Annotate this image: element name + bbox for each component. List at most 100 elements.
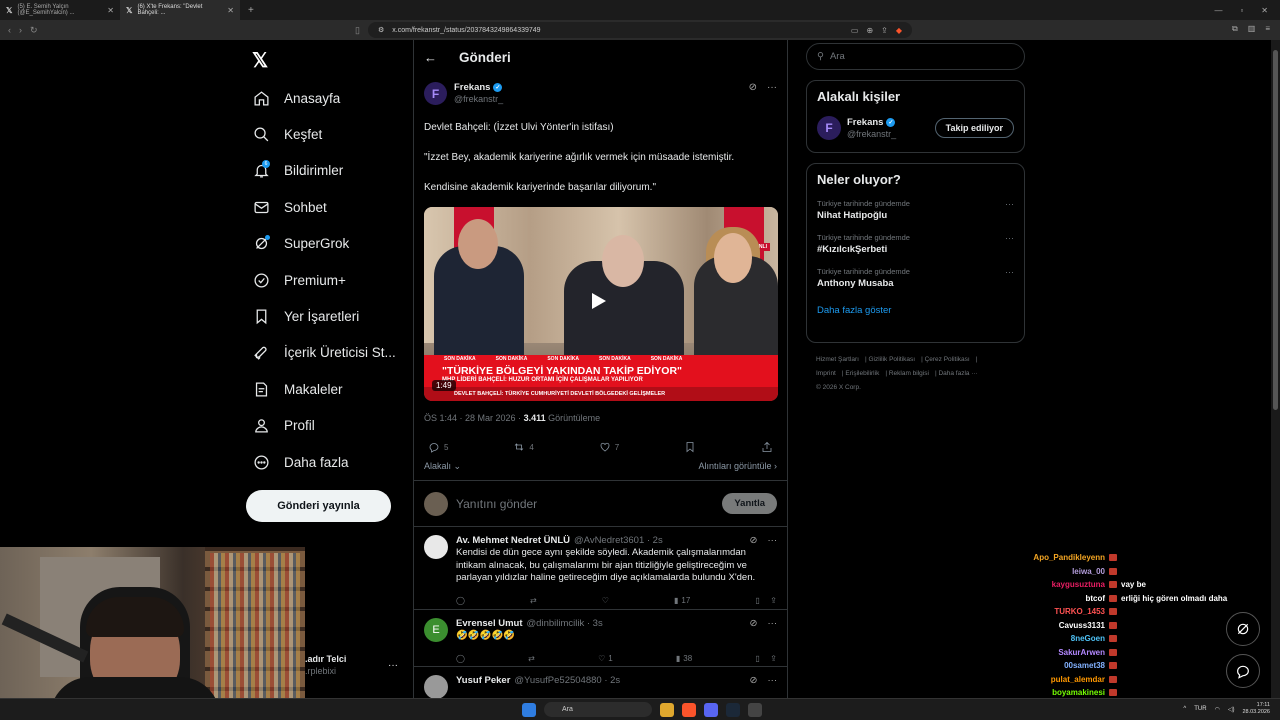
reply-author-handle[interactable]: @dinbilimcilik · 3s [527, 618, 603, 629]
sidebar-item-bookmarks[interactable]: Yer İşaretleri [252, 298, 396, 334]
brave-shield-icon[interactable]: ◆ [896, 26, 902, 35]
more-icon[interactable]: ··· [1005, 233, 1014, 243]
chat-username[interactable]: SakurArwen [1020, 648, 1105, 657]
sidebar-item-notifications[interactable]: 6 Bildirimler [252, 153, 396, 189]
sidebar-item-creator-studio[interactable]: İçerik Üreticisi St... [252, 335, 396, 371]
reply-button[interactable]: 5 [428, 441, 448, 453]
reply-item[interactable]: Av. Mehmet Nedret ÜNLÜ @AvNedret3601 · 2… [414, 527, 787, 610]
heart-icon[interactable]: ♡ [602, 593, 609, 609]
grok-icon[interactable]: ⊘ [750, 675, 758, 686]
footer-link[interactable]: Hizmet Şartları [816, 356, 859, 363]
repost-button[interactable]: 4 [513, 441, 534, 453]
back-arrow-icon[interactable]: ← [424, 50, 437, 65]
reply-author-name[interactable]: Av. Mehmet Nedret ÜNLÜ [456, 535, 570, 546]
reply-author-handle[interactable]: @AvNedret3601 · 2s [574, 535, 663, 546]
reply-icon[interactable]: ◯ [456, 650, 465, 666]
footer-link[interactable]: Daha fazla ··· [938, 370, 977, 377]
views-button[interactable]: ▮ 38 [676, 650, 692, 666]
chat-username[interactable]: Apo_Pandikleyenn [1020, 553, 1105, 562]
reply-item[interactable]: Yusuf Peker @YusufPe52504880 · 2s ⊘ ··· [414, 667, 787, 699]
footer-link[interactable]: Imprint [816, 370, 836, 377]
bookmark-icon[interactable]: ▯ [755, 596, 759, 605]
grok-icon[interactable]: ⊘ [749, 82, 757, 93]
clock[interactable]: 17:11 28.03.2026 [1242, 702, 1270, 716]
chat-username[interactable]: kaygusuztuna [1020, 580, 1105, 589]
more-icon[interactable]: ··· [768, 535, 778, 546]
more-icon[interactable]: ··· [768, 618, 778, 629]
search-input[interactable]: ⚲ Ara [806, 43, 1025, 70]
related-person[interactable]: F Frekans ✓ @frekanstr_ Takip ediliyor [817, 116, 1014, 140]
close-icon[interactable]: ✕ [107, 6, 114, 15]
more-icon[interactable]: ··· [768, 675, 778, 686]
site-info-icon[interactable]: ⚙ [378, 26, 384, 34]
account-more-icon[interactable]: ··· [388, 660, 398, 671]
reply-author-name[interactable]: Yusuf Peker [456, 675, 510, 686]
extensions-icon[interactable]: ⧉ [1232, 24, 1238, 34]
bookmark-icon[interactable]: ▯ [355, 25, 360, 36]
post-button[interactable]: Gönderi yayınla [246, 490, 391, 522]
back-icon[interactable]: ‹ [8, 25, 11, 35]
tweet-timestamp[interactable]: ÖS 1:44 · 28 Mar 2026 · [424, 413, 524, 423]
avatar[interactable]: E [424, 617, 448, 642]
footer-link[interactable]: Çerez Politikası [925, 356, 970, 363]
view-quotes-link[interactable]: Alıntıları görüntüle › [698, 461, 777, 472]
sort-dropdown[interactable]: Alakalı ⌄ [424, 461, 461, 472]
author-name[interactable]: Frekans [454, 82, 490, 93]
reply-icon[interactable]: ◯ [456, 593, 465, 609]
trend-item[interactable]: Türkiye tarihinde gündemde Anthony Musab… [817, 267, 1014, 289]
grok-icon[interactable]: ⊘ [750, 535, 758, 546]
share-icon[interactable]: ⇪ [770, 654, 777, 663]
avatar[interactable] [424, 675, 448, 699]
avatar[interactable]: F [817, 116, 841, 140]
author-handle[interactable]: @frekanstr_ [454, 94, 503, 104]
more-icon[interactable]: ··· [1005, 199, 1014, 209]
menu-icon[interactable]: ≡ [1265, 24, 1270, 34]
close-window-icon[interactable]: ✕ [1261, 6, 1268, 15]
cast-icon[interactable]: ▭ [851, 26, 859, 35]
new-tab-button[interactable]: + [240, 5, 262, 16]
grok-icon[interactable]: ⊘ [750, 618, 758, 629]
chat-username[interactable]: pulat_alemdar [1020, 675, 1105, 684]
sidebar-item-home[interactable]: Anasayfa [252, 80, 396, 116]
bookmark-button[interactable] [684, 441, 696, 453]
chat-username[interactable]: boyamakinesi [1020, 688, 1105, 697]
minimize-icon[interactable]: — [1214, 6, 1222, 15]
footer-link[interactable]: Reklam bilgisi [889, 370, 929, 377]
forward-icon[interactable]: › [19, 25, 22, 35]
chat-username[interactable]: leiwa_00 [1020, 567, 1105, 576]
reply-author-name[interactable]: Evrensel Umut [456, 618, 523, 629]
sidebar-item-supergrok[interactable]: SuperGrok [252, 226, 396, 262]
obs-icon[interactable] [748, 702, 762, 717]
trend-item[interactable]: Türkiye tarihinde gündemde Nihat Hatipoğ… [817, 199, 1014, 221]
discord-icon[interactable] [704, 702, 718, 717]
avatar[interactable]: F [424, 82, 447, 105]
language-indicator[interactable]: TUR [1194, 706, 1206, 712]
reply-submit-button[interactable]: Yanıtla [722, 493, 777, 514]
file-explorer-icon[interactable] [660, 702, 674, 717]
messages-fab[interactable] [1226, 654, 1260, 688]
reply-author-handle[interactable]: @YusufPe52504880 · 2s [514, 675, 620, 686]
zoom-icon[interactable]: ⊕ [866, 26, 873, 35]
views-button[interactable]: ▮ 17 [674, 593, 690, 609]
chat-username[interactable]: btcof [1020, 594, 1105, 603]
sidebar-item-profile[interactable]: Profil [252, 408, 396, 444]
sidebar-item-explore[interactable]: Keşfet [252, 116, 396, 152]
scrollbar[interactable] [1271, 40, 1280, 720]
windows-start-icon[interactable] [522, 702, 536, 717]
reply-input[interactable]: Yanıtını gönder [456, 497, 537, 511]
browser-tab-active[interactable]: 𝕏 (6) X'te Frekans: "Devlet Bahçeli: ...… [120, 0, 240, 20]
footer-link[interactable]: Gizlilik Politikası [868, 356, 915, 363]
chat-username[interactable]: TURKO_1453 [1020, 607, 1105, 616]
share-icon[interactable]: ⇪ [770, 596, 777, 605]
sidebar-icon[interactable]: ▥ [1248, 24, 1256, 34]
sidebar-item-premium[interactable]: Premium+ [252, 262, 396, 298]
bookmark-icon[interactable]: ▯ [755, 654, 759, 663]
address-bar[interactable]: ⚙ x.com/frekanstr_/status/20378432498643… [368, 22, 912, 38]
grok-fab[interactable] [1226, 612, 1260, 646]
sidebar-item-chat[interactable]: Sohbet [252, 189, 396, 225]
tweet-video[interactable]: ANKARA CANLI SON DAKİKA SON DAKİKA SON D… [424, 207, 778, 401]
steam-icon[interactable] [726, 702, 740, 717]
account-switcher[interactable]: ...adır Telci ...rplebixi [300, 654, 346, 676]
maximize-icon[interactable]: ▫ [1240, 6, 1243, 15]
chat-username[interactable]: Cavuss3131 [1020, 621, 1105, 630]
